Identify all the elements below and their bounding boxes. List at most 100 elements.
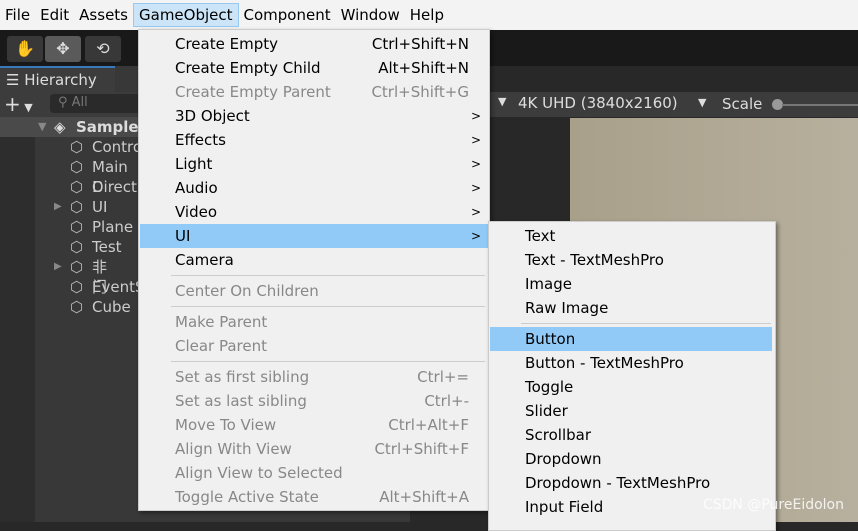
gameobject-cube-icon: ⬡ [70, 238, 84, 256]
menu-item-label: Input Field [525, 498, 604, 516]
menu-component[interactable]: Component [239, 3, 336, 27]
gameobject-cube-icon: ⬡ [70, 258, 84, 276]
menu-item-set-as-first-sibling: Set as first sibling Ctrl+= [140, 365, 489, 389]
menu-edit[interactable]: Edit [35, 3, 74, 27]
menu-gameobject[interactable]: GameObject [133, 3, 239, 27]
menu-item-label: Audio [175, 179, 218, 197]
menu-window[interactable]: Window [336, 3, 405, 27]
watermark: CSDN @PureEidolon [702, 497, 844, 513]
submenu-arrow-icon: > [470, 181, 481, 195]
rotate-icon[interactable]: ⟲ [85, 36, 121, 62]
menu-item-label: Text - TextMeshPro [525, 251, 664, 269]
menu-item-ui[interactable]: UI > [140, 224, 489, 248]
gameobject-cube-icon: ⬡ [70, 198, 84, 216]
menu-item-button[interactable]: Button [490, 327, 772, 351]
menu-item-label: Raw Image [525, 299, 609, 317]
menu-item-label: Align With View [175, 440, 292, 458]
submenu-arrow-icon: > [470, 133, 481, 147]
menu-item-label: Camera [175, 251, 234, 269]
hierarchy-tab[interactable]: ☰ Hierarchy [0, 66, 115, 92]
menu-item-3d-object[interactable]: 3D Object > [140, 104, 489, 128]
shortcut-label: Ctrl+Shift+F [374, 440, 469, 458]
menu-item-label: Button [525, 330, 576, 348]
menu-item-label: Set as last sibling [175, 392, 307, 410]
menu-separator [171, 306, 485, 307]
menu-item-create-empty-child[interactable]: Create Empty Child Alt+Shift+N [140, 56, 489, 80]
menu-separator [521, 323, 771, 324]
menu-item-label: Clear Parent [175, 337, 268, 355]
hierarchy-item-label: Test [92, 238, 122, 256]
menu-bar: File Edit Assets GameObject Component Wi… [0, 0, 858, 30]
hierarchy-item-label: EventS [92, 278, 145, 296]
dropdown-arrow-icon[interactable]: ▼ [498, 95, 506, 108]
menu-item-create-empty[interactable]: Create Empty Ctrl+Shift+N [140, 32, 489, 56]
menu-item-text[interactable]: Text [490, 224, 772, 248]
menu-item-button-textmeshpro[interactable]: Button - TextMeshPro [490, 351, 772, 375]
menu-help[interactable]: Help [405, 3, 449, 27]
menu-item-dropdown-textmeshpro[interactable]: Dropdown - TextMeshPro [490, 471, 772, 495]
shortcut-label: Ctrl+- [424, 392, 469, 410]
menu-item-align-with-view: Align With View Ctrl+Shift+F [140, 437, 489, 461]
menu-item-toggle[interactable]: Toggle [490, 375, 772, 399]
search-input[interactable]: ⚲ All [50, 94, 150, 113]
expand-arrow-icon[interactable]: ▶ [54, 257, 62, 277]
menu-item-label: Dropdown [525, 450, 602, 468]
menu-item-label: Image [525, 275, 572, 293]
menu-item-label: Create Empty Parent [175, 83, 331, 101]
unity-icon: ◈ [54, 118, 66, 136]
menu-item-label: Toggle Active State [175, 488, 319, 506]
search-placeholder: All [71, 95, 88, 110]
menu-item-dropdown[interactable]: Dropdown [490, 447, 772, 471]
shortcut-label: Ctrl+Shift+G [371, 83, 469, 101]
hierarchy-gutter [0, 137, 35, 522]
menu-separator [171, 361, 485, 362]
hand-icon[interactable]: ✋ [7, 36, 43, 62]
expand-arrow-icon[interactable]: ▼ [38, 117, 46, 137]
add-button[interactable]: + ▼ [4, 92, 33, 116]
menu-item-text-textmeshpro[interactable]: Text - TextMeshPro [490, 248, 772, 272]
hierarchy-item-label: Plane [92, 218, 134, 236]
hierarchy-tab-label: Hierarchy [24, 71, 97, 89]
menu-item-label: Align View to Selected [175, 464, 343, 482]
menu-item-label: Video [175, 203, 218, 221]
menu-item-label: Make Parent [175, 313, 268, 331]
menu-item-label: Set as first sibling [175, 368, 310, 386]
hierarchy-item-label: Cube [92, 298, 131, 316]
menu-item-label: UI [175, 227, 191, 245]
menu-item-camera[interactable]: Camera [140, 248, 489, 272]
scale-slider[interactable] [782, 104, 858, 106]
chevron-down-icon[interactable]: ▼ [698, 96, 706, 109]
gameobject-cube-icon: ⬡ [70, 298, 84, 316]
gameobject-cube-icon: ⬡ [70, 158, 84, 176]
hierarchy-item-label: UI [92, 198, 108, 216]
menu-item-raw-image[interactable]: Raw Image [490, 296, 772, 320]
menu-item-effects[interactable]: Effects > [140, 128, 489, 152]
menu-file[interactable]: File [0, 3, 35, 27]
menu-item-light[interactable]: Light > [140, 152, 489, 176]
menu-item-slider[interactable]: Slider [490, 399, 772, 423]
submenu-arrow-icon: > [470, 109, 481, 123]
submenu-arrow-icon: > [470, 157, 481, 171]
menu-separator [171, 275, 485, 276]
menu-assets[interactable]: Assets [74, 3, 133, 27]
menu-item-audio[interactable]: Audio > [140, 176, 489, 200]
menu-item-scrollbar[interactable]: Scrollbar [490, 423, 772, 447]
scale-label: Scale [722, 95, 763, 113]
resolution-dropdown[interactable]: 4K UHD (3840x2160) [518, 94, 678, 112]
menu-item-label: Dropdown - TextMeshPro [525, 474, 711, 492]
menu-item-label: 3D Object [175, 107, 250, 125]
move-icon[interactable]: ✥ [45, 36, 81, 62]
menu-item-label: Text [525, 227, 556, 245]
menu-item-clear-parent: Clear Parent [140, 334, 489, 358]
menu-item-video[interactable]: Video > [140, 200, 489, 224]
menu-item-label: Button - TextMeshPro [525, 354, 684, 372]
menu-item-image[interactable]: Image [490, 272, 772, 296]
menu-item-label: Create Empty Child [175, 59, 321, 77]
expand-arrow-icon[interactable]: ▶ [54, 197, 62, 217]
menu-item-label: Effects [175, 131, 226, 149]
shortcut-label: Ctrl+Shift+N [371, 35, 469, 53]
shortcut-label: Ctrl+= [417, 368, 469, 386]
menu-item-label: Slider [525, 402, 568, 420]
menu-item-label: Center On Children [175, 282, 319, 300]
menu-item-move-to-view: Move To View Ctrl+Alt+F [140, 413, 489, 437]
